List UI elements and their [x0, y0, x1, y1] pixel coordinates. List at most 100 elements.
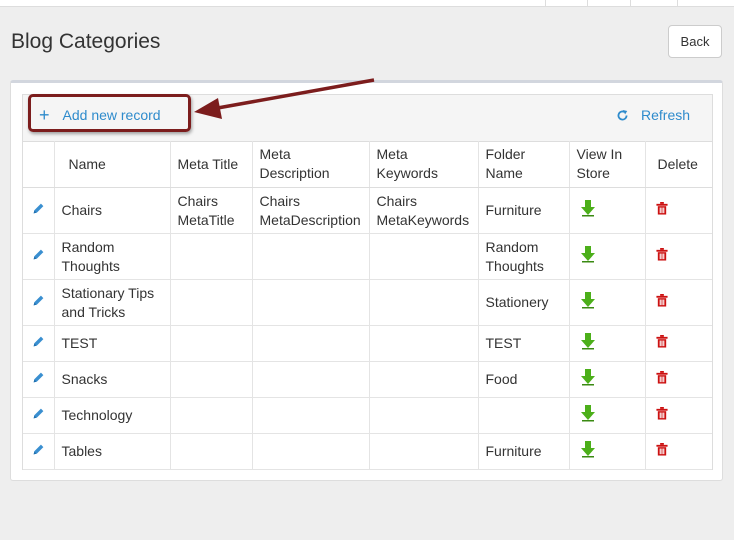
- edit-cell: [23, 279, 55, 326]
- edit-cell: [23, 433, 55, 470]
- delete-cell: [645, 397, 712, 434]
- cell-folder-name: Random Thoughts: [478, 233, 570, 280]
- cell-folder-name: TEST: [478, 325, 570, 362]
- view-in-store-icon[interactable]: [580, 291, 596, 314]
- cell-meta-description: [252, 361, 370, 398]
- cell-meta-description: [252, 397, 370, 434]
- edit-cell: [23, 397, 55, 434]
- column-header-meta-description[interactable]: Meta Description: [252, 141, 370, 188]
- column-header-folder-name[interactable]: Folder Name: [478, 141, 570, 188]
- cell-folder-name: Stationery: [478, 279, 570, 326]
- top-bar-divider: [545, 0, 546, 6]
- delete-cell: [645, 233, 712, 280]
- column-header-name[interactable]: Name: [54, 141, 171, 188]
- top-bar: [0, 0, 734, 7]
- view-in-store-cell: [569, 187, 646, 234]
- cell-meta-description: [252, 233, 370, 280]
- table-row: Technology: [23, 397, 712, 434]
- cell-meta-title: Chairs MetaTitle: [170, 187, 253, 234]
- cell-name: Tables: [54, 433, 171, 470]
- cell-meta-keywords: [369, 361, 479, 398]
- pencil-icon[interactable]: [32, 406, 45, 425]
- top-bar-divider: [630, 0, 631, 6]
- cell-meta-description: Chairs MetaDescription: [252, 187, 370, 234]
- cell-name: Random Thoughts: [54, 233, 171, 280]
- view-in-store-icon[interactable]: [580, 368, 596, 391]
- delete-cell: [645, 325, 712, 362]
- categories-grid: + Add new record Refresh Name Meta Title…: [22, 94, 713, 470]
- trash-icon[interactable]: [655, 406, 668, 425]
- trash-icon[interactable]: [655, 442, 668, 461]
- cell-meta-title: [170, 397, 253, 434]
- view-in-store-icon[interactable]: [580, 404, 596, 427]
- top-bar-divider: [677, 0, 678, 6]
- cell-folder-name: [478, 397, 570, 434]
- edit-cell: [23, 187, 55, 234]
- view-in-store-cell: [569, 233, 646, 280]
- cell-name: Snacks: [54, 361, 171, 398]
- view-in-store-cell: [569, 433, 646, 470]
- view-in-store-cell: [569, 361, 646, 398]
- cell-meta-description: [252, 433, 370, 470]
- pencil-icon[interactable]: [32, 442, 45, 461]
- edit-cell: [23, 361, 55, 398]
- cell-name: Stationary Tips and Tricks: [54, 279, 171, 326]
- table-row: Tables Furniture: [23, 433, 712, 470]
- back-button[interactable]: Back: [668, 25, 722, 58]
- content-panel: + Add new record Refresh Name Meta Title…: [10, 80, 723, 481]
- column-header-meta-title[interactable]: Meta Title: [170, 141, 253, 188]
- view-in-store-cell: [569, 397, 646, 434]
- categories-table: Name Meta Title Meta Description Meta Ke…: [23, 141, 712, 470]
- cell-meta-keywords: [369, 433, 479, 470]
- trash-icon[interactable]: [655, 334, 668, 353]
- cell-meta-title: [170, 233, 253, 280]
- cell-meta-keywords: [369, 325, 479, 362]
- cell-name: TEST: [54, 325, 171, 362]
- cell-meta-keywords: [369, 233, 479, 280]
- pencil-icon[interactable]: [32, 247, 45, 266]
- view-in-store-icon[interactable]: [580, 199, 596, 222]
- trash-icon[interactable]: [655, 201, 668, 220]
- pencil-icon[interactable]: [32, 370, 45, 389]
- table-row: Snacks Food: [23, 361, 712, 398]
- column-header-meta-keywords[interactable]: Meta Keywords: [369, 141, 479, 188]
- cell-meta-keywords: Chairs MetaKeywords: [369, 187, 479, 234]
- cell-meta-title: [170, 433, 253, 470]
- cell-folder-name: Food: [478, 361, 570, 398]
- column-header-view-in-store[interactable]: View In Store: [569, 141, 646, 188]
- edit-cell: [23, 325, 55, 362]
- table-row: Chairs Chairs MetaTitle Chairs MetaDescrip…: [23, 187, 712, 234]
- cell-meta-title: [170, 361, 253, 398]
- table-header-row: Name Meta Title Meta Description Meta Ke…: [23, 141, 712, 188]
- cell-name: Technology: [54, 397, 171, 434]
- refresh-icon: [616, 109, 629, 122]
- table-row: Stationary Tips and Tricks Stationery: [23, 279, 712, 326]
- edit-cell: [23, 233, 55, 280]
- cell-meta-description: [252, 325, 370, 362]
- view-in-store-icon[interactable]: [580, 440, 596, 463]
- trash-icon[interactable]: [655, 247, 668, 266]
- trash-icon[interactable]: [655, 293, 668, 312]
- trash-icon[interactable]: [655, 370, 668, 389]
- view-in-store-cell: [569, 325, 646, 362]
- delete-cell: [645, 361, 712, 398]
- view-in-store-icon[interactable]: [580, 332, 596, 355]
- pencil-icon[interactable]: [32, 201, 45, 220]
- cell-name: Chairs: [54, 187, 171, 234]
- refresh-label: Refresh: [641, 107, 691, 123]
- delete-cell: [645, 433, 712, 470]
- cell-meta-keywords: [369, 397, 479, 434]
- annotation-highlight-box: [28, 94, 191, 132]
- delete-cell: [645, 279, 712, 326]
- pencil-icon[interactable]: [32, 334, 45, 353]
- view-in-store-icon[interactable]: [580, 245, 596, 268]
- pencil-icon[interactable]: [32, 293, 45, 312]
- refresh-button[interactable]: Refresh: [616, 105, 690, 125]
- cell-meta-keywords: [369, 279, 479, 326]
- top-bar-divider: [587, 0, 588, 6]
- cell-meta-title: [170, 279, 253, 326]
- cell-meta-title: [170, 325, 253, 362]
- cell-folder-name: Furniture: [478, 187, 570, 234]
- column-header-delete[interactable]: Delete: [645, 141, 712, 188]
- page-title: Blog Categories: [11, 30, 161, 53]
